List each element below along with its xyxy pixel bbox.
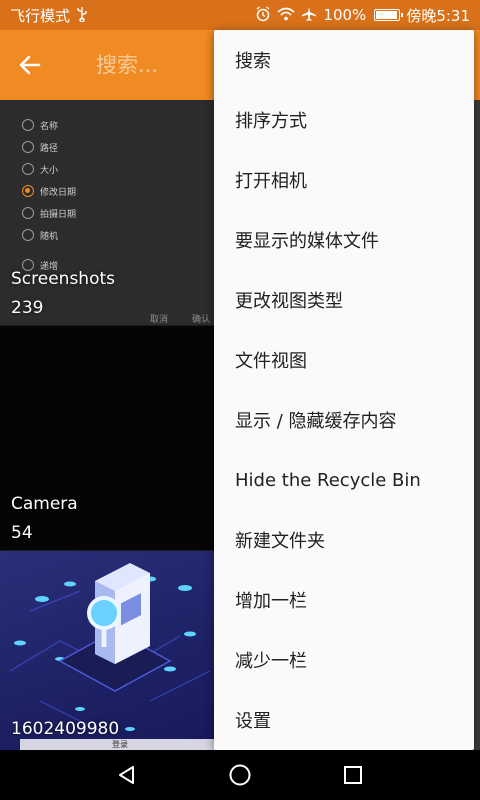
sort-option: 路径	[22, 136, 76, 158]
menu-item-change-view-type[interactable]: 更改视图类型	[214, 270, 474, 330]
menu-item-media-filter[interactable]: 要显示的媒体文件	[214, 210, 474, 270]
radio-icon	[22, 119, 34, 131]
sort-option: 随机	[22, 224, 76, 246]
folder-tile-screenshots[interactable]: 名称 路径 大小 修改日期 拍摄日期 随机 递增 取消 确认 Screensho…	[0, 100, 220, 325]
thumbnail-cancel-text: 取消	[150, 315, 169, 325]
thumbnail-dialog-buttons: 取消 确认	[150, 312, 210, 325]
status-bar: 飞行模式 100% 傍晚5:31	[0, 0, 480, 30]
nav-back-button[interactable]	[107, 755, 147, 795]
battery-percent: 100%	[323, 6, 367, 24]
nav-recents-button[interactable]	[333, 755, 373, 795]
sort-option-label: 随机	[40, 231, 59, 242]
system-nav-bar	[0, 750, 480, 800]
sort-option-label: 路径	[40, 143, 59, 154]
battery-fill	[376, 11, 398, 19]
thumbnail-login-button: 登录	[20, 739, 220, 750]
back-triangle-icon	[118, 766, 134, 784]
menu-item-file-view[interactable]: 文件视图	[214, 330, 474, 390]
radio-icon	[22, 207, 34, 219]
search-input[interactable]	[96, 53, 216, 77]
overflow-menu: 搜索 排序方式 打开相机 要显示的媒体文件 更改视图类型 文件视图 显示 / 隐…	[214, 30, 474, 750]
folder-tile-camera[interactable]: Camera 54	[0, 326, 220, 550]
sort-option: 修改日期	[22, 180, 76, 202]
radio-icon	[22, 141, 34, 153]
folder-tile-1602409980[interactable]: 登录 1602409980	[0, 551, 220, 750]
menu-item-new-folder[interactable]: 新建文件夹	[214, 510, 474, 570]
status-right: 100% 傍晚5:31	[255, 5, 470, 26]
sort-option-label: 修改日期	[40, 187, 77, 198]
usb-icon	[76, 6, 88, 25]
menu-item-hide-recycle-bin[interactable]: Hide the Recycle Bin	[214, 450, 474, 510]
sort-option-label: 名称	[40, 121, 59, 132]
menu-item-open-camera[interactable]: 打开相机	[214, 150, 474, 210]
recents-square-icon	[344, 766, 363, 784]
menu-item-decrease-columns[interactable]: 减少一栏	[214, 630, 474, 690]
folder-name: Camera	[11, 494, 78, 514]
menu-item-search[interactable]: 搜索	[214, 30, 474, 90]
battery-icon	[374, 9, 404, 21]
sort-option-label: 大小	[40, 165, 59, 176]
airplane-mode-label: 飞行模式	[10, 6, 71, 25]
folder-count: 54	[11, 523, 33, 543]
airplane-icon	[301, 6, 317, 25]
nav-home-button[interactable]	[220, 755, 260, 795]
radio-icon	[22, 163, 34, 175]
status-left: 飞行模式	[10, 5, 88, 26]
sort-option: 大小	[22, 158, 76, 180]
radio-icon	[22, 229, 34, 241]
clock: 傍晚5:31	[406, 6, 470, 25]
folder-name: 1602409980	[11, 719, 120, 739]
alarm-icon	[255, 5, 271, 25]
folder-name: Screenshots	[11, 269, 116, 289]
thumbnail-ok-text: 确认	[192, 315, 211, 325]
back-button[interactable]	[0, 30, 60, 100]
menu-item-toggle-hidden[interactable]: 显示 / 隐藏缓存内容	[214, 390, 474, 450]
radio-checked-icon	[22, 185, 34, 197]
menu-item-settings[interactable]: 设置	[214, 690, 474, 750]
sort-option-label: 拍摄日期	[40, 209, 77, 220]
thumbnail-sort-dialog: 名称 路径 大小 修改日期 拍摄日期 随机 递增	[22, 114, 76, 276]
home-circle-icon	[229, 764, 251, 786]
sort-option: 拍摄日期	[22, 202, 76, 224]
menu-item-sort-by[interactable]: 排序方式	[214, 90, 474, 150]
menu-item-increase-columns[interactable]: 增加一栏	[214, 570, 474, 630]
sort-option: 名称	[22, 114, 76, 136]
wifi-icon	[277, 7, 295, 24]
arrow-left-icon	[19, 55, 41, 75]
folder-count: 239	[11, 298, 44, 318]
